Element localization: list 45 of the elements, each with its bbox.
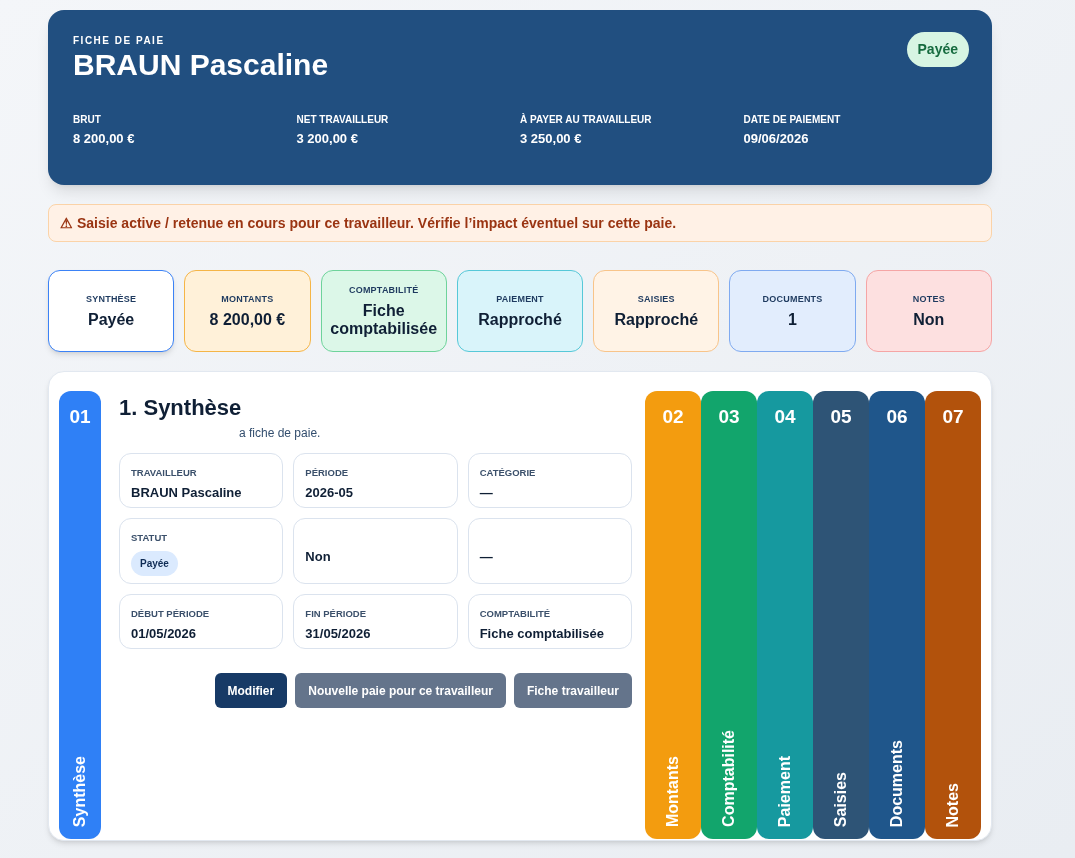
status-badge: Payée	[906, 32, 969, 67]
field-value: 2026-05	[305, 484, 355, 503]
field-value: 31/05/2026	[305, 625, 372, 644]
field-value: —	[479, 547, 494, 566]
summary-card[interactable]: DOCUMENTS 1	[729, 270, 856, 352]
employee-name: BRAUN Pascaline	[73, 48, 329, 82]
field-value: Non	[305, 547, 332, 566]
stat-value: 3 250,00 €	[520, 130, 583, 148]
stat-label: À PAYER AU TRAVAILLEUR	[520, 112, 653, 127]
field-value: 01/05/2026	[131, 625, 198, 644]
action-button[interactable]: Modifier	[214, 673, 288, 708]
section-tab[interactable]: 01 Synthèse	[59, 391, 101, 839]
warning-icon: ⚠	[60, 212, 73, 234]
summary-card[interactable]: MONTANTS 8 200,00 €	[184, 270, 311, 352]
alert-text: Saisie active / retenue en cours pour ce travailleur. Vérifie l’impact éventuel sur cette paie.	[77, 213, 677, 233]
section-tab[interactable]: 06 Documents	[869, 391, 925, 839]
summary-card[interactable]: SYNTHÈSE Payée	[48, 270, 175, 352]
field-label: STATUT	[131, 531, 169, 545]
summary-card[interactable]: COMPTABILITÉ Fiche comptabilisée	[320, 270, 447, 352]
field-label: DÉBUT PÉRIODE	[131, 607, 211, 621]
stat-label: NET TRAVAILLEUR	[296, 113, 390, 127]
section-description: a fiche de paie.	[238, 425, 322, 442]
section-tab[interactable]: 07 Notes	[925, 391, 981, 839]
action-button[interactable]: Fiche travailleur	[513, 673, 632, 708]
field-label: CATÉGORIE	[479, 466, 537, 480]
field-label: FIN PÉRIODE	[305, 607, 368, 621]
action-button[interactable]: Nouvelle paie pour ce travailleur	[295, 673, 506, 708]
stat-value: 09/06/2026	[743, 130, 810, 148]
stat-label: DATE DE PAIEMENT	[743, 113, 842, 127]
summary-card[interactable]: NOTES Non	[865, 270, 992, 352]
field-value: BRAUN Pascaline	[131, 484, 243, 503]
field-value: Fiche comptabilisée	[479, 625, 605, 644]
summary-card[interactable]: SAISIES Rapproché	[593, 270, 720, 352]
field-label: TRAVAILLEUR	[131, 466, 198, 480]
stat-label: BRUT	[73, 113, 102, 127]
status-badge: Payée	[131, 551, 178, 577]
header-eyebrow: FICHE DE PAIE	[73, 34, 166, 48]
stat-value: 8 200,00 €	[73, 130, 136, 148]
section-title: 1. Synthèse	[119, 394, 243, 421]
field-label: PÉRIODE	[305, 466, 350, 480]
section-tab[interactable]: 05 Saisies	[813, 391, 869, 839]
field-label: COMPTABILITÉ	[479, 607, 552, 621]
stat-value: 3 200,00 €	[296, 130, 359, 148]
field-value: —	[479, 484, 494, 503]
summary-card[interactable]: PAIEMENT Rapproché	[456, 270, 584, 352]
